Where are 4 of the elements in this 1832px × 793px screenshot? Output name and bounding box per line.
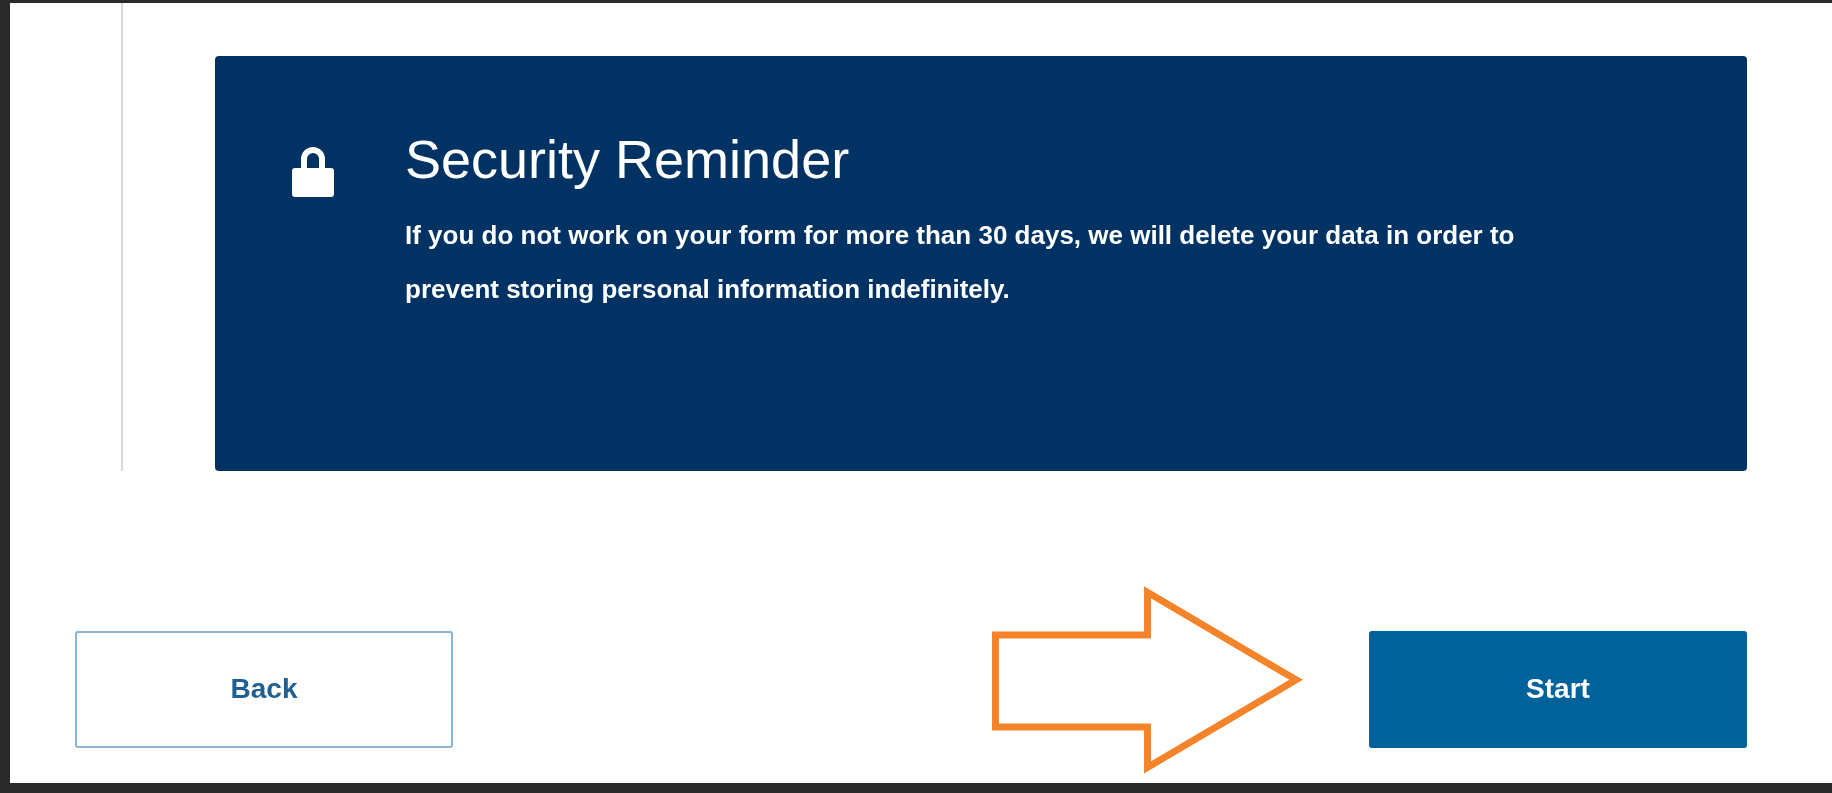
start-button[interactable]: Start	[1369, 630, 1747, 748]
reminder-message: If you do not work on your form for more than 30 days, we will delete your data in order to prevent storing personal information indefinitely.	[405, 219, 1516, 306]
card-title: Security Reminder	[405, 128, 851, 191]
back-button[interactable]: Back	[75, 630, 453, 748]
